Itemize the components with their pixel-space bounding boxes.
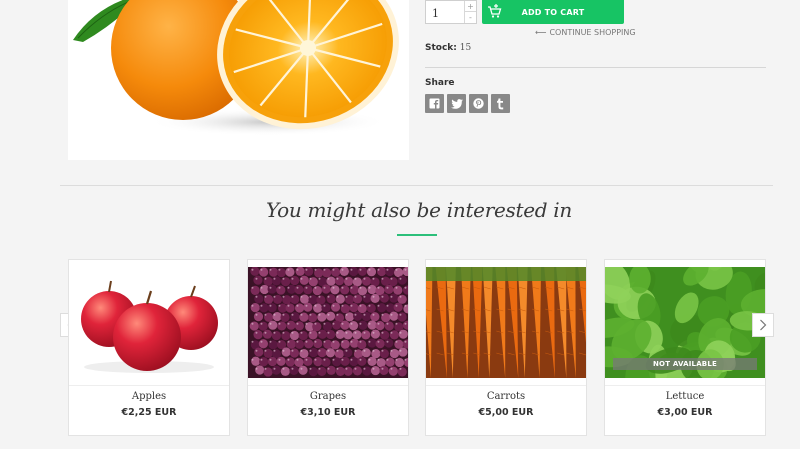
card-divider	[426, 385, 586, 386]
card-divider	[69, 385, 229, 386]
carousel-next-button[interactable]	[752, 313, 774, 337]
share-label: Share	[425, 78, 455, 88]
product-card-grapes[interactable]: Grapes €3,10 EUR	[247, 259, 409, 436]
stock-value: 15	[459, 43, 472, 53]
product-card-name[interactable]: Grapes	[248, 391, 408, 402]
share-buttons	[425, 94, 510, 113]
product-card-lettuce[interactable]: NOT AVAILABLE Lettuce €3,00 EUR	[604, 259, 766, 436]
grapes-image	[248, 267, 408, 378]
stock-label: Stock:	[425, 43, 457, 53]
quantity-input[interactable]	[426, 1, 464, 23]
apples-image	[69, 267, 229, 378]
related-section-title: You might also be interested in	[266, 198, 572, 222]
facebook-icon	[429, 98, 440, 109]
share-twitter-button[interactable]	[447, 94, 466, 113]
stock-info: Stock: 15	[425, 43, 471, 53]
share-tumblr-button[interactable]	[491, 94, 510, 113]
divider	[425, 67, 766, 68]
product-card-price: €3,00 EUR	[657, 407, 713, 418]
product-card-price: €5,00 EUR	[478, 407, 534, 418]
product-card-price: €3,10 EUR	[300, 407, 356, 418]
carrots-image	[426, 267, 586, 378]
quantity-decrease-button[interactable]: -	[464, 12, 476, 23]
product-card-name[interactable]: Lettuce	[605, 391, 765, 402]
tumblr-icon	[497, 98, 504, 109]
continue-shopping-link[interactable]: ⟵ CONTINUE SHOPPING	[535, 28, 636, 37]
not-available-badge: NOT AVAILABLE	[613, 358, 757, 370]
add-to-cart-label: ADD TO CART	[521, 7, 585, 17]
add-to-cart-button[interactable]: ADD TO CART	[482, 0, 624, 24]
product-card-carrots[interactable]: Carrots €5,00 EUR	[425, 259, 587, 436]
share-facebook-button[interactable]	[425, 94, 444, 113]
pinterest-icon	[473, 98, 484, 109]
continue-shopping-label: CONTINUE SHOPPING	[549, 28, 636, 37]
quantity-stepper[interactable]: + -	[425, 0, 477, 24]
product-card-name[interactable]: Carrots	[426, 391, 586, 402]
title-underline	[397, 234, 437, 236]
cart-icon	[488, 4, 502, 18]
card-divider	[605, 385, 765, 386]
twitter-icon	[450, 98, 463, 109]
card-divider	[248, 385, 408, 386]
arrow-left-icon: ⟵	[535, 28, 547, 37]
share-pinterest-button[interactable]	[469, 94, 488, 113]
product-image	[68, 0, 409, 160]
quantity-increase-button[interactable]: +	[464, 1, 476, 12]
product-card-price: €2,25 EUR	[121, 407, 177, 418]
product-card-apples[interactable]: Apples €2,25 EUR	[68, 259, 230, 436]
product-card-name[interactable]: Apples	[69, 391, 229, 402]
chevron-right-icon	[760, 319, 767, 331]
section-divider	[60, 185, 773, 186]
